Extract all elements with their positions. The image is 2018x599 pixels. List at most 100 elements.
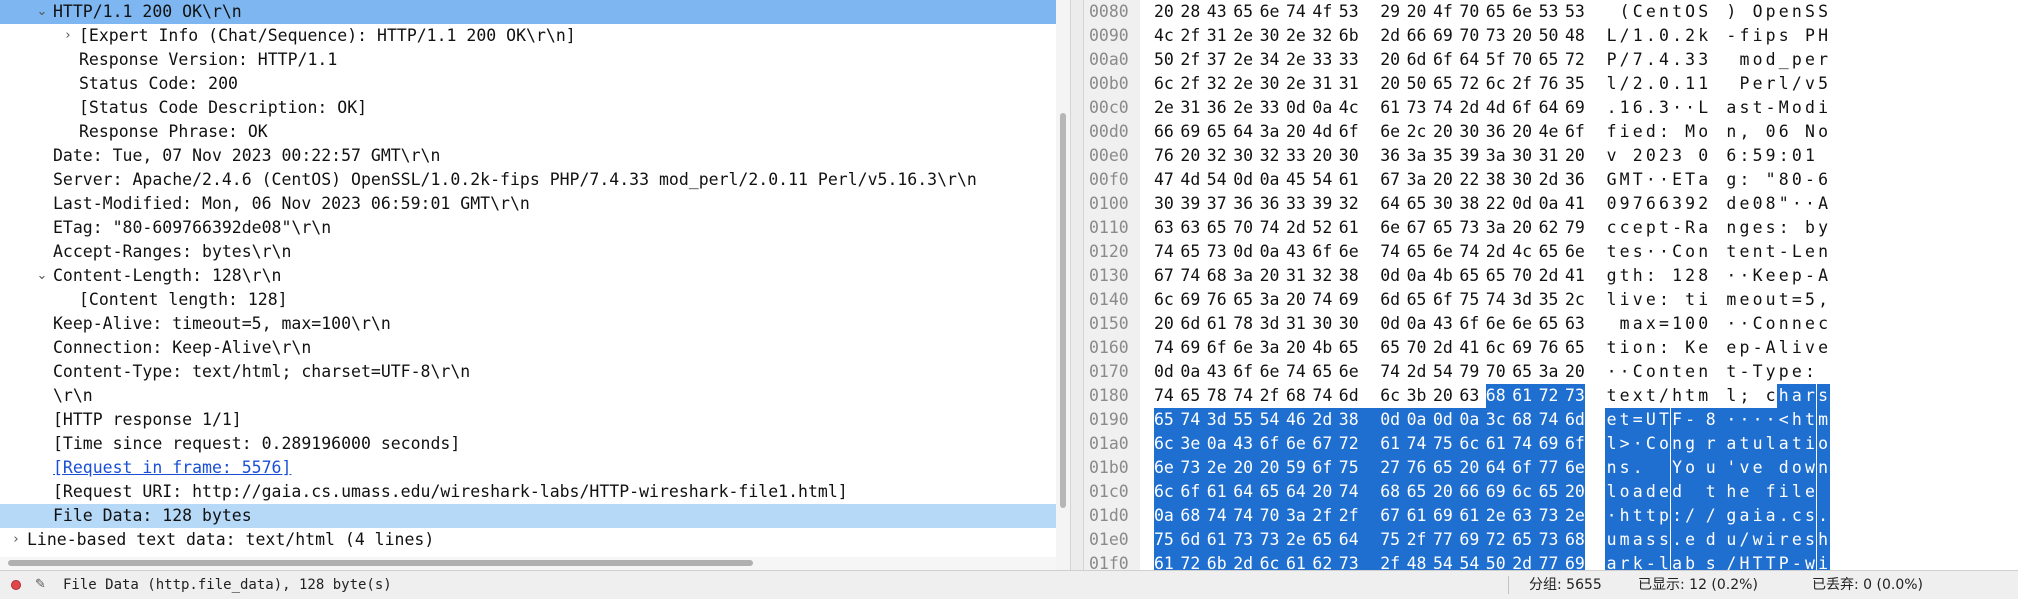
hex-byte[interactable]: 54 [1459,552,1486,570]
hex-byte[interactable]: 20 [1433,120,1459,144]
hex-byte[interactable]: 0a [1407,312,1433,336]
ascii-char[interactable]: i [1817,96,1830,120]
ascii-char[interactable]: p [1764,0,1777,24]
ascii-char[interactable]: w [1751,528,1765,552]
hex-byte[interactable]: 2e [1565,504,1585,528]
ascii-char[interactable]: · [1657,240,1670,264]
ascii-char[interactable]: 0 [1657,72,1670,96]
hex-byte[interactable]: 50 [1539,24,1565,48]
capture-status-icon[interactable] [11,580,21,590]
detail-row[interactable]: ⌄ Content-Length: 128\r\n [0,264,1056,288]
hex-byte[interactable]: 73 [1338,552,1381,570]
ascii-char[interactable]: / [1618,24,1631,48]
detail-row[interactable]: ⌄ HTTP/1.1 200 OK\r\n [0,0,1056,24]
ascii-char[interactable]: . [1644,48,1657,72]
hex-byte[interactable]: 73 [1207,240,1233,264]
ascii-char[interactable] [1671,336,1684,360]
hex-byte[interactable]: 30 [1233,144,1259,168]
ascii-char[interactable]: · [1725,264,1738,288]
hex-byte[interactable]: 63 [1565,312,1591,336]
hex-byte[interactable]: 67 [1312,432,1339,456]
hex-byte[interactable]: 2d [1233,552,1260,570]
ascii-char[interactable]: : [1644,264,1657,288]
hex-byte[interactable]: 20 [1286,120,1312,144]
ascii-char[interactable]: v [1803,336,1816,360]
edit-comment-icon[interactable]: ✎ [33,577,48,592]
ascii-char[interactable]: : [1777,144,1790,168]
ascii-char[interactable] [1817,360,1830,384]
ascii-char[interactable]: a [1697,216,1710,240]
ascii-char[interactable]: / [1696,504,1725,528]
ascii-char[interactable]: t [1605,240,1618,264]
ascii-char[interactable]: t [1737,432,1751,456]
ascii-char[interactable]: 3 [1697,48,1710,72]
ascii-char[interactable]: t [1605,336,1618,360]
ascii-char[interactable] [1683,480,1697,504]
ascii-char[interactable]: n [1657,0,1670,24]
ascii-char[interactable]: n [1777,312,1790,336]
hex-byte[interactable]: 6d [1339,384,1365,408]
hex-byte[interactable]: 70 [1486,360,1512,384]
hex-byte[interactable]: 61 [1339,216,1365,240]
ascii-char[interactable]: . [1671,48,1684,72]
hex-byte[interactable]: 70 [1512,264,1538,288]
hex-byte[interactable]: 27 [1380,456,1407,480]
pane-splitter[interactable] [1070,0,1084,570]
hex-byte[interactable]: 74 [1206,504,1234,528]
hex-byte[interactable]: 61 [1154,552,1181,570]
ascii-char[interactable]: : [1738,168,1751,192]
ascii-char[interactable]: · [1684,96,1697,120]
hex-byte[interactable]: 61 [1459,504,1486,528]
hex-byte[interactable]: 78 [1233,312,1259,336]
hex-byte[interactable]: 69 [1538,432,1565,456]
ascii-char[interactable]: - [1683,408,1697,432]
ascii-char[interactable] [1738,0,1751,24]
hex-byte[interactable]: 74 [1154,384,1180,408]
ascii-char[interactable]: 2 [1631,72,1644,96]
hex-byte[interactable]: 43 [1207,360,1233,384]
hex-byte[interactable]: 30 [1339,312,1365,336]
ascii-char[interactable]: : [1777,216,1790,240]
hex-byte[interactable]: 20 [1154,0,1180,24]
ascii-char[interactable]: 1 [1618,96,1631,120]
detail-row[interactable]: Response Version: HTTP/1.1 [0,48,1056,72]
hex-byte[interactable]: 6b [1206,552,1234,570]
ascii-char[interactable]: 7 [1631,48,1644,72]
hex-byte[interactable]: 65 [1233,0,1259,24]
ascii-char[interactable]: n [1790,0,1803,24]
hex-byte[interactable]: 36 [1233,192,1259,216]
ascii-char[interactable]: 2 [1684,264,1697,288]
hex-byte[interactable]: 72 [1485,528,1513,552]
ascii-char[interactable]: g [1738,216,1751,240]
ascii-char[interactable]: d [1670,480,1684,504]
hex-byte[interactable]: 69 [1339,288,1365,312]
detail-row[interactable]: Status Code: 200 [0,72,1056,96]
ascii-char[interactable]: p [1738,336,1751,360]
detail-row[interactable]: Date: Tue, 07 Nov 2023 00:22:57 GMT\r\n [0,144,1056,168]
ascii-char[interactable]: y [1817,216,1830,240]
hex-byte[interactable]: 65 [1486,0,1512,24]
hex-byte[interactable]: 31 [1180,96,1206,120]
hex-byte[interactable]: 6e [1380,216,1406,240]
hex-byte[interactable]: 64 [1459,48,1485,72]
hex-byte[interactable]: 6e [1233,336,1259,360]
ascii-char[interactable] [1751,168,1764,192]
hex-byte[interactable]: 65 [1538,480,1565,504]
ascii-char[interactable]: M [1618,168,1631,192]
hex-byte[interactable]: 3a [1286,504,1313,528]
chevron-right-icon[interactable]: › [9,528,23,552]
hex-byte[interactable]: 65 [1433,456,1460,480]
ascii-char[interactable]: e [1764,264,1777,288]
ascii-char[interactable] [1657,264,1670,288]
ascii-char[interactable]: h [1671,384,1684,408]
ascii-char[interactable]: n [1790,312,1803,336]
hex-byte[interactable]: 74 [1486,288,1512,312]
ascii-char[interactable]: u [1696,456,1725,480]
hex-byte[interactable]: 70 [1459,24,1485,48]
hex-byte[interactable]: 6e [1512,0,1538,24]
hex-byte[interactable]: 53 [1339,0,1365,24]
hex-byte[interactable]: 6e [1260,0,1286,24]
ascii-char[interactable]: k [1631,552,1645,570]
detail-row[interactable]: Server: Apache/2.4.6 (CentOS) OpenSSL/1.… [0,168,1056,192]
ascii-char[interactable]: A [1817,264,1830,288]
